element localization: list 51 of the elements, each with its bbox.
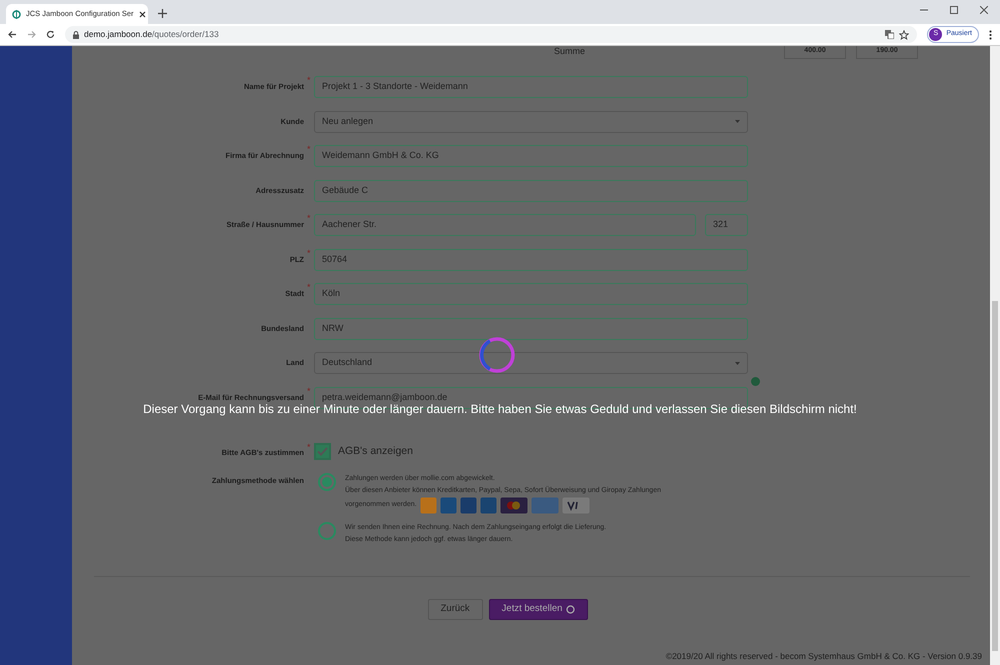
caret-icon <box>735 362 740 364</box>
menu-icon[interactable] <box>989 30 992 40</box>
input-field[interactable]: Gebäude C <box>314 180 748 202</box>
card-logo-icon <box>440 496 457 514</box>
radio-button[interactable] <box>318 522 336 540</box>
order-button[interactable]: Jetzt bestellen <box>488 598 588 620</box>
input-field[interactable]: 321 <box>705 214 748 236</box>
input-field[interactable]: Köln <box>314 283 748 305</box>
lock-icon <box>73 30 79 38</box>
maximize-icon[interactable] <box>950 6 958 14</box>
radio-button[interactable] <box>318 472 336 490</box>
input-field[interactable]: NRW <box>314 318 748 340</box>
close-icon[interactable] <box>980 6 988 14</box>
required-mark: * <box>306 386 312 396</box>
required-mark: * <box>306 76 312 85</box>
required-mark: * <box>306 283 312 292</box>
terms-link[interactable]: AGB's anzeigen <box>338 444 413 460</box>
loading-spinner-icon <box>478 336 516 374</box>
checkbox[interactable] <box>314 443 331 460</box>
required-mark: * <box>306 443 312 452</box>
input-field[interactable]: Projekt 1 - 3 Standorte - Weidemann <box>314 76 748 98</box>
star-icon[interactable] <box>899 30 910 40</box>
address-bar[interactable]: demo.jamboon.de/quotes/order/133 <box>65 26 918 43</box>
close-icon[interactable] <box>138 10 146 18</box>
card-logo-icon <box>530 496 559 514</box>
reload-icon[interactable] <box>46 30 55 39</box>
sum-label: Summe <box>554 47 586 56</box>
back-button[interactable]: Zurück <box>428 598 483 620</box>
required-mark: * <box>306 214 312 223</box>
input-field[interactable]: 50764 <box>314 248 748 270</box>
site-logo-icon <box>12 10 21 18</box>
new-tab-icon[interactable] <box>158 9 167 18</box>
card-logo-icon <box>420 496 437 514</box>
select-field[interactable]: Deutschland <box>314 352 748 374</box>
check-icon <box>317 447 328 456</box>
card-logo-icon <box>562 496 590 514</box>
back-icon[interactable] <box>8 30 17 39</box>
input-field[interactable]: Aachener Str. <box>314 214 696 236</box>
required-mark: * <box>306 145 312 154</box>
card-logo-icon <box>460 496 477 514</box>
select-field[interactable]: Neu anlegen <box>314 110 748 132</box>
spinner-icon <box>566 604 576 614</box>
caret-icon <box>735 120 740 123</box>
input-field[interactable]: Weidemann GmbH & Co. KG <box>314 145 748 167</box>
required-mark: * <box>306 248 312 258</box>
translate-icon[interactable] <box>885 30 894 39</box>
scrollbar[interactable] <box>990 46 1000 665</box>
footer-text: ©2019/20 All rights reserved - becom Systemhaus GmbH & Co. KG - Version 0.9.39 <box>664 650 983 663</box>
url-text: demo.jamboon.de/quotes/order/133 <box>84 28 219 41</box>
card-logo-icon <box>480 496 497 514</box>
card-logo-icon <box>500 496 528 514</box>
